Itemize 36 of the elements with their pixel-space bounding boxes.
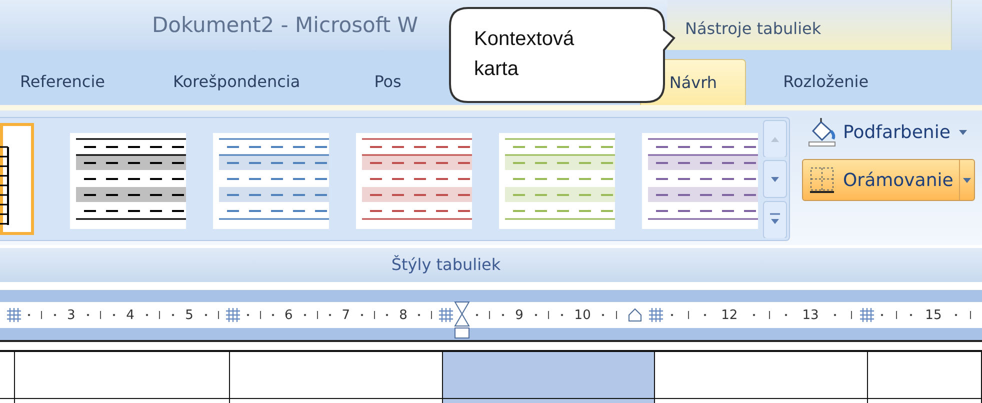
ruler-number: 5 [185,308,194,322]
ruler-number: 8 [399,308,408,322]
column-marker-icon [225,305,241,325]
tab-stop-icon [628,308,642,322]
caret-icon [958,128,968,136]
group-label: Štýly tabuliek [391,255,501,274]
ribbon-button[interactable]: Orámovanie [802,159,976,201]
ribbon-tab[interactable]: Rozloženie [771,59,881,105]
table-cell[interactable] [443,352,655,398]
column-marker-icon [438,305,454,325]
column-marker-icon [859,305,875,325]
ruler-number: 10 [574,308,591,322]
column-marker-icon [648,305,664,325]
ruler-number: 9 [515,308,524,322]
ruler-number: 12 [721,308,738,322]
table-style-thumbnail[interactable] [0,123,34,235]
context-header: Nástroje tabuliek [667,0,952,50]
paint-bucket-icon [807,117,837,147]
ruler-number: 15 [925,308,942,322]
scroll-down-button[interactable] [763,160,787,198]
ruler-number: 6 [284,308,293,322]
ribbon-tab[interactable]: Korešpondencia [161,59,312,105]
ruler-number: 13 [802,308,819,322]
ribbon-tab[interactable]: Referencie [8,59,118,105]
caret-icon [962,176,972,184]
callout-text: Kontextová karta [474,27,576,82]
window-title: Dokument2 - Microsoft W [151,12,418,39]
ruler-number: 4 [126,308,134,322]
ruler-number: 7 [342,308,350,322]
column-marker-icon [6,305,22,325]
scroll-up-button[interactable] [763,120,787,158]
borders-icon [807,165,837,195]
more-button[interactable] [763,200,787,238]
ribbon-tab[interactable]: Pos [362,59,414,105]
ruler-number: 3 [67,308,76,322]
ribbon-button[interactable]: Podfarbenie [802,113,976,151]
